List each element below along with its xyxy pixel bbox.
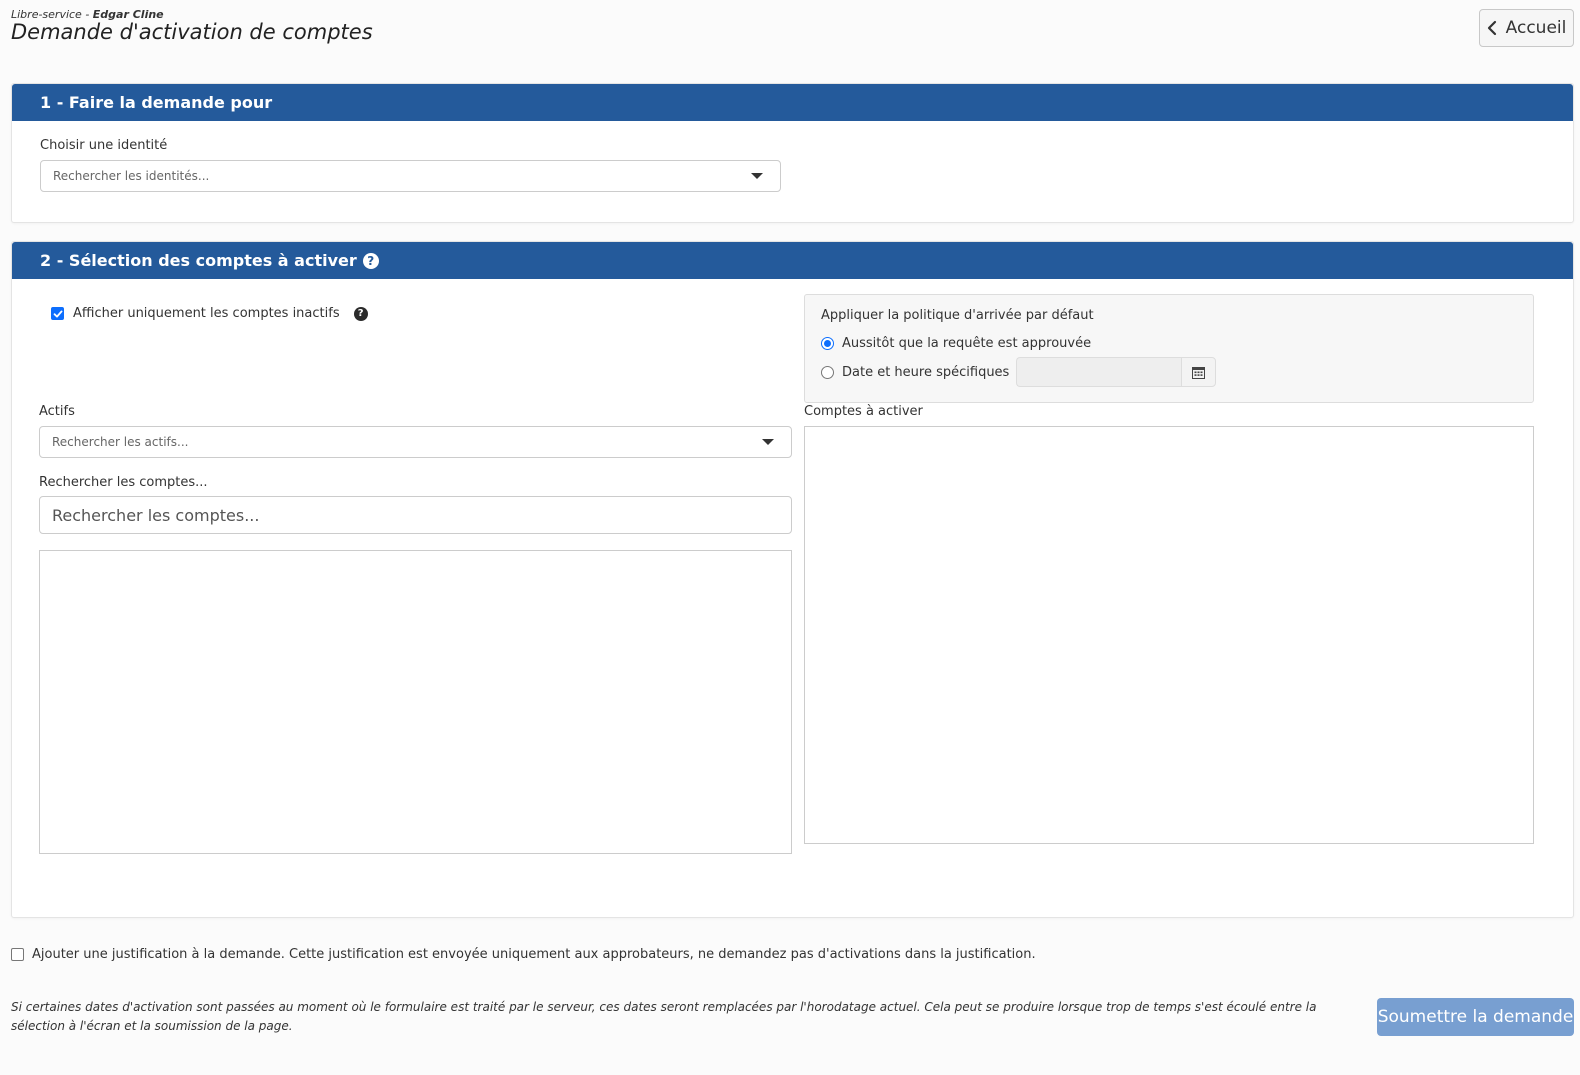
request-for-panel-title: 1 - Faire la demande pour	[40, 93, 273, 112]
caret-down-icon	[762, 439, 774, 445]
page-title: Demande d'activation de comptes	[11, 20, 373, 44]
policy-option-specific[interactable]: Date et heure spécifiques	[821, 365, 1009, 380]
submit-button[interactable]: Soumettre la demande	[1377, 998, 1574, 1036]
assets-select[interactable]: Rechercher les actifs...	[39, 426, 792, 458]
arrival-policy-title: Appliquer la politique d'arrivée par déf…	[821, 308, 1094, 323]
assets-select-placeholder: Rechercher les actifs...	[52, 435, 189, 449]
identity-select[interactable]: Rechercher les identités...	[40, 160, 781, 192]
accounts-search-placeholder: Rechercher les comptes...	[52, 505, 260, 525]
identity-select-placeholder: Rechercher les identités...	[53, 169, 210, 183]
available-accounts-list[interactable]	[39, 550, 792, 854]
help-icon[interactable]: ?	[362, 252, 379, 269]
inactive-only-label: Afficher uniquement les comptes inactifs	[73, 306, 340, 321]
accounts-selection-panel-title: 2 - Sélection des comptes à activer	[40, 251, 357, 270]
policy-specific-label: Date et heure spécifiques	[842, 365, 1010, 380]
inactive-only-help-icon[interactable]: ?	[353, 306, 368, 321]
check-icon	[53, 310, 62, 317]
chevron-left-icon	[1487, 20, 1496, 36]
home-button[interactable]: Accueil	[1479, 9, 1574, 47]
caret-down-icon	[751, 173, 763, 179]
justification-row: Ajouter une justification à la demande. …	[11, 947, 1036, 962]
inactive-only-checkbox[interactable]	[51, 307, 64, 320]
calendar-icon	[1192, 366, 1205, 379]
policy-specific-radio[interactable]	[821, 366, 834, 379]
accounts-search-label: Rechercher les comptes...	[39, 475, 208, 490]
justification-label: Ajouter une justification à la demande. …	[32, 947, 1036, 962]
policy-immediate-label: Aussitôt que la requête est approuvée	[842, 336, 1092, 351]
specific-date-input[interactable]	[1016, 357, 1181, 387]
request-for-panel-header: 1 - Faire la demande pour	[12, 84, 1573, 121]
footer-note: Si certaines dates d'activation sont pas…	[11, 1000, 1317, 1033]
policy-option-immediate[interactable]: Aussitôt que la requête est approuvée	[821, 336, 1091, 351]
accounts-selection-panel-header: 2 - Sélection des comptes à activer ?	[12, 242, 1573, 279]
date-picker-button[interactable]	[1181, 357, 1216, 387]
policy-immediate-radio[interactable]	[821, 337, 834, 350]
justification-checkbox[interactable]	[11, 948, 24, 961]
accounts-search-input[interactable]: Rechercher les comptes...	[39, 496, 792, 534]
assets-label: Actifs	[39, 404, 75, 419]
home-button-label: Accueil	[1505, 18, 1567, 38]
accounts-to-activate-label: Comptes à activer	[804, 404, 923, 419]
accounts-to-activate-list[interactable]	[804, 426, 1534, 844]
identity-label: Choisir une identité	[40, 138, 168, 153]
request-for-panel: 1 - Faire la demande pour Choisir une id…	[11, 83, 1574, 223]
inactive-only-row: Afficher uniquement les comptes inactifs…	[51, 306, 368, 321]
